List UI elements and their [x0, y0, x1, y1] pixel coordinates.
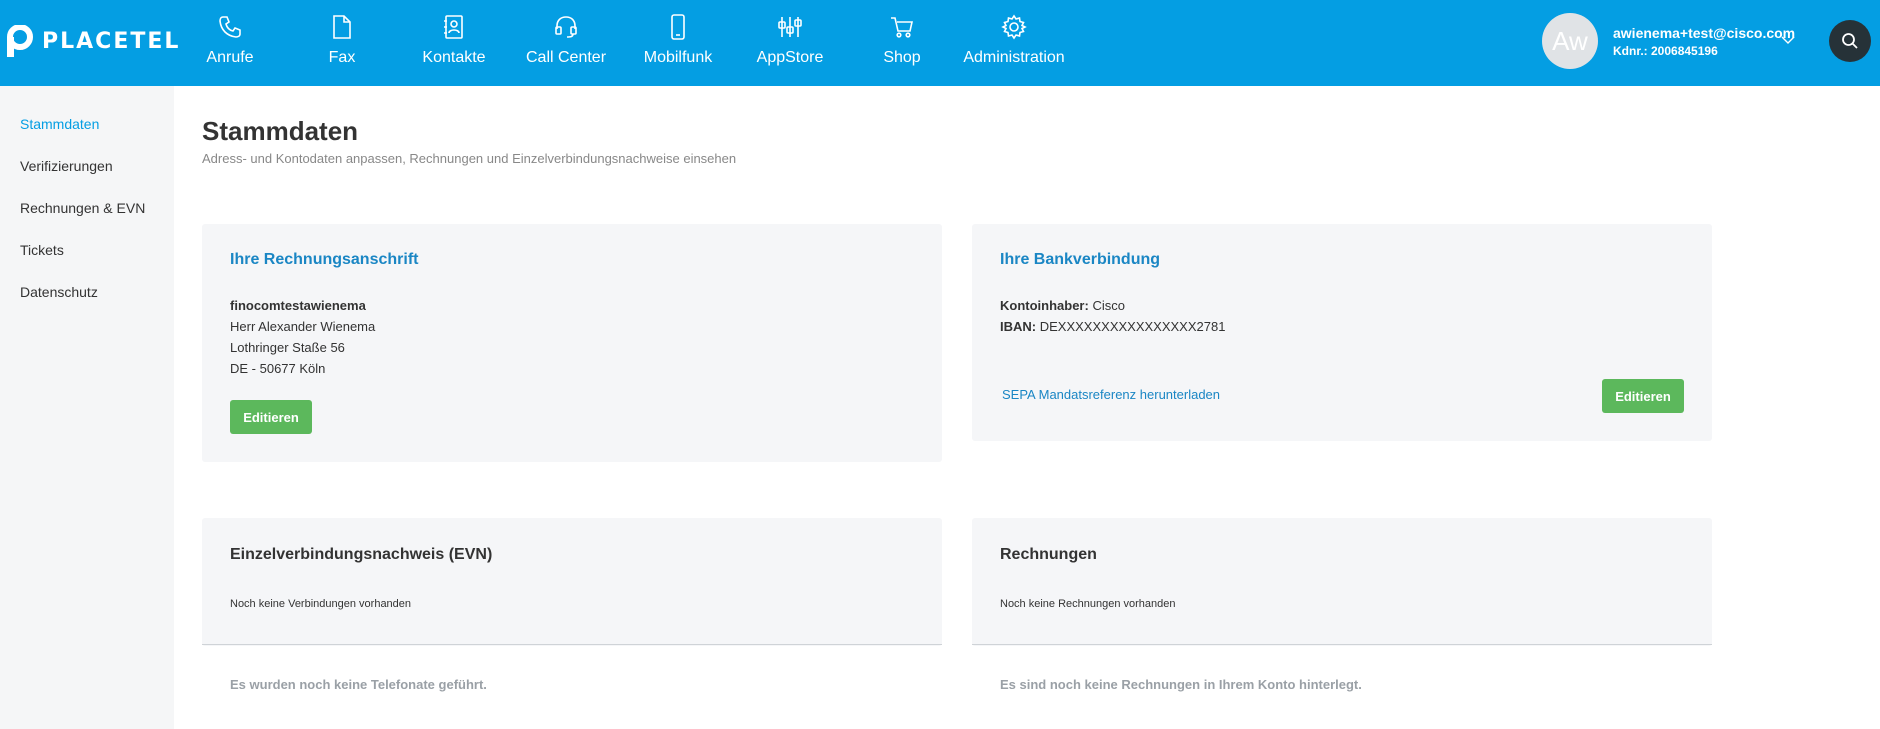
nav-label: Fax — [328, 49, 356, 66]
placetel-logo-icon — [7, 25, 33, 57]
headset-icon — [552, 13, 580, 41]
nav-label: Kontakte — [422, 49, 486, 66]
sidebar: Stammdaten Verifizierungen Rechnungen & … — [0, 86, 174, 729]
search-button[interactable] — [1829, 20, 1871, 62]
evn-empty-message: Es wurden noch keine Telefonate geführt. — [230, 677, 487, 692]
chevron-down-icon[interactable] — [1780, 32, 1796, 48]
billing-address-card: Ihre Rechnungsanschrift finocomtestawien… — [202, 224, 942, 462]
placetel-logo[interactable]: PLACETEL — [6, 25, 180, 57]
account-holder-label: Kontoinhaber: — [1000, 298, 1089, 313]
top-navigation-bar: PLACETEL Anrufe Fax Kontakte Call Center… — [0, 0, 1880, 86]
sidebar-item-rechnungen-evn[interactable]: Rechnungen & EVN — [20, 200, 145, 216]
phone-icon — [216, 13, 244, 41]
address-book-icon — [440, 13, 468, 41]
address-line: Lothringer Staße 56 — [230, 340, 345, 355]
invoices-empty-message: Es sind noch keine Rechnungen in Ihrem K… — [1000, 677, 1362, 692]
document-icon — [328, 13, 356, 41]
user-email: awienema+test@cisco.com — [1613, 25, 1796, 41]
account-holder: Kontoinhaber: Cisco — [1000, 298, 1125, 313]
nav-label: Administration — [963, 49, 1065, 66]
invoices-status: Noch keine Rechnungen vorhanden — [1000, 598, 1176, 610]
nav-item-fax[interactable]: Fax — [286, 0, 398, 86]
card-title: Einzelverbindungsnachweis (EVN) — [230, 546, 493, 563]
nav-item-anrufe[interactable]: Anrufe — [174, 0, 286, 86]
page-subtitle: Adress- und Kontodaten anpassen, Rechnun… — [202, 151, 737, 166]
mobile-phone-icon — [664, 13, 692, 41]
invoices-card: Rechnungen Noch keine Rechnungen vorhand… — [972, 518, 1712, 646]
card-title: Ihre Bankverbindung — [1000, 251, 1161, 268]
edit-address-button[interactable]: Editieren — [230, 400, 312, 434]
nav-label: Mobilfunk — [643, 49, 713, 66]
cart-icon — [888, 13, 916, 41]
nav-item-appstore[interactable]: AppStore — [734, 0, 846, 86]
nav-label: Anrufe — [206, 49, 254, 66]
divider — [202, 644, 942, 645]
brand-name: PLACETEL — [42, 28, 181, 54]
page-title: Stammdaten — [202, 116, 359, 146]
sidebar-item-tickets[interactable]: Tickets — [20, 242, 64, 258]
search-icon — [1842, 33, 1858, 49]
account-holder-value: Cisco — [1092, 298, 1125, 313]
sepa-download-link[interactable]: SEPA Mandatsreferenz herunterladen — [1002, 387, 1220, 402]
company-name: finocomtestawienema — [230, 298, 366, 313]
evn-card: Einzelverbindungsnachweis (EVN) Noch kei… — [202, 518, 942, 646]
iban-value: DEXXXXXXXXXXXXXXXX2781 — [1039, 319, 1226, 334]
nav-label: Call Center — [525, 49, 607, 66]
nav-item-kontakte[interactable]: Kontakte — [398, 0, 510, 86]
appstore-icon — [776, 13, 804, 41]
iban: IBAN: DEXXXXXXXXXXXXXXXX2781 — [1000, 319, 1225, 334]
address-line: DE - 50677 Köln — [230, 361, 326, 376]
gear-icon — [1000, 13, 1028, 41]
iban-label: IBAN: — [1000, 319, 1037, 334]
avatar[interactable]: Aw — [1542, 13, 1598, 69]
nav-item-administration[interactable]: Administration — [958, 0, 1070, 86]
nav-item-call-center[interactable]: Call Center — [510, 0, 622, 86]
edit-bank-button[interactable]: Editieren — [1602, 379, 1684, 413]
sidebar-item-verifizierungen[interactable]: Verifizierungen — [20, 158, 113, 174]
sidebar-item-stammdaten[interactable]: Stammdaten — [20, 116, 99, 132]
nav-item-shop[interactable]: Shop — [846, 0, 958, 86]
nav-item-mobilfunk[interactable]: Mobilfunk — [622, 0, 734, 86]
address-line: Herr Alexander Wienema — [230, 319, 376, 334]
customer-number: Kdnr.: 2006845196 — [1613, 44, 1718, 58]
divider — [972, 644, 1712, 645]
sidebar-item-datenschutz[interactable]: Datenschutz — [20, 284, 98, 300]
nav-label: Shop — [883, 49, 921, 66]
card-title: Ihre Rechnungsanschrift — [230, 251, 419, 268]
evn-status: Noch keine Verbindungen vorhanden — [230, 598, 412, 610]
user-menu[interactable]: awienema+test@cisco.com Kdnr.: 200684519… — [1613, 25, 1795, 58]
nav-label: AppStore — [756, 49, 824, 66]
card-title: Rechnungen — [1000, 546, 1097, 563]
bank-account-card: Ihre Bankverbindung Kontoinhaber: Cisco … — [972, 224, 1712, 441]
main-content: Stammdaten Adress- und Kontodaten anpass… — [174, 86, 1880, 729]
